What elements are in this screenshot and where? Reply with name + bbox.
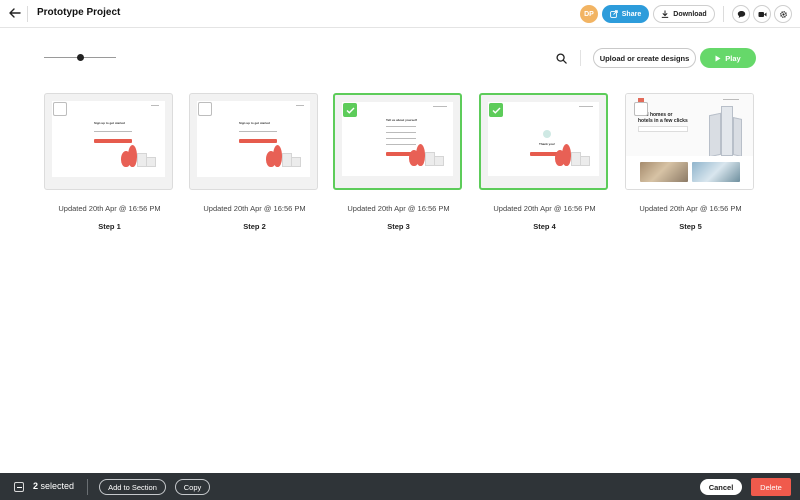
- thumb-title: Tell us about yourself: [386, 118, 417, 122]
- updated-timestamp: Updated 20th Apr @ 16:56 PM: [493, 204, 596, 213]
- top-bar: Prototype Project DP Share Download: [0, 0, 800, 28]
- checkmark-icon: [346, 107, 355, 114]
- screen-name[interactable]: Step 4: [479, 222, 610, 231]
- search-icon[interactable]: [554, 51, 568, 65]
- screen-preview: Sign up to get started: [197, 101, 310, 177]
- select-checkbox[interactable]: [198, 102, 212, 116]
- screen-name[interactable]: Step 3: [333, 222, 464, 231]
- select-checkbox[interactable]: [53, 102, 67, 116]
- download-icon: [662, 10, 669, 18]
- zoom-slider-handle[interactable]: [76, 54, 84, 61]
- select-checkbox[interactable]: [343, 103, 357, 117]
- screen-preview: Thank you!: [488, 102, 599, 176]
- selection-bar-separator: [87, 479, 88, 495]
- screen-card[interactable]: Thank you! Updated 20th Apr @ 16:56 PM S…: [479, 93, 610, 231]
- cancel-button[interactable]: Cancel: [700, 479, 742, 495]
- screen-name[interactable]: Step 2: [189, 222, 320, 231]
- select-checkbox[interactable]: [489, 103, 503, 117]
- chat-bubble-icon[interactable]: [732, 5, 750, 23]
- avatar[interactable]: DP: [580, 5, 598, 23]
- success-badge: [543, 130, 551, 138]
- screen-thumbnail[interactable]: Sign up to get started: [44, 93, 173, 190]
- gear-icon[interactable]: [774, 5, 792, 23]
- page-title: Prototype Project: [37, 7, 121, 18]
- screen-preview: Sign up to get started: [52, 101, 165, 177]
- screen-card[interactable]: Find homes or hotels in a few clicks Upd…: [625, 93, 756, 231]
- updated-timestamp: Updated 20th Apr @ 16:56 PM: [203, 204, 306, 213]
- play-icon: [715, 55, 721, 61]
- screen-card[interactable]: Tell us about yourself Updated 20th Apr …: [333, 93, 464, 231]
- screen-preview: Tell us about yourself: [342, 102, 453, 176]
- video-camera-icon[interactable]: [753, 5, 771, 23]
- select-checkbox[interactable]: [634, 102, 648, 116]
- download-label: Download: [673, 10, 707, 18]
- selected-suffix: selected: [40, 481, 75, 491]
- screen-name[interactable]: Step 1: [44, 222, 175, 231]
- checkmark-icon: [492, 107, 501, 114]
- screen-thumbnail[interactable]: Tell us about yourself: [333, 93, 462, 190]
- updated-timestamp: Updated 20th Apr @ 16:56 PM: [639, 204, 742, 213]
- toolbar-separator: [580, 50, 581, 66]
- selected-number: 2: [33, 481, 39, 491]
- add-to-section-button[interactable]: Add to Section: [99, 479, 166, 495]
- deselect-icon[interactable]: [14, 482, 24, 492]
- arrow-left-icon[interactable]: [7, 5, 23, 21]
- share-label: Share: [621, 10, 642, 18]
- upload-designs-button[interactable]: Upload or create designs: [593, 48, 696, 68]
- updated-timestamp: Updated 20th Apr @ 16:56 PM: [347, 204, 450, 213]
- share-icon: [609, 10, 618, 18]
- photo-grid: [626, 156, 753, 189]
- header-separator: [723, 6, 724, 22]
- illustration: [409, 140, 445, 166]
- header-divider: [27, 6, 28, 22]
- building-image: [705, 100, 743, 158]
- illustration: [121, 141, 157, 167]
- share-button[interactable]: Share: [602, 5, 649, 23]
- updated-timestamp: Updated 20th Apr @ 16:56 PM: [58, 204, 161, 213]
- thumb-title: Sign up to get started: [94, 121, 125, 125]
- zoom-slider[interactable]: [44, 51, 116, 65]
- selection-bar: 2 selected Add to Section Copy Cancel De…: [0, 473, 800, 500]
- selected-count: 2 selected: [33, 481, 74, 491]
- play-label: Play: [725, 53, 741, 63]
- screen-name[interactable]: Step 5: [625, 222, 756, 231]
- thumb-title: Thank you!: [539, 142, 556, 146]
- screen-thumbnail[interactable]: Find homes or hotels in a few clicks: [625, 93, 754, 190]
- delete-button[interactable]: Delete: [751, 478, 791, 496]
- thumb-title: Sign up to get started: [239, 121, 270, 125]
- illustration: [555, 140, 591, 166]
- screen-card[interactable]: Sign up to get started Updated 20th Apr …: [44, 93, 175, 231]
- copy-button[interactable]: Copy: [175, 479, 210, 495]
- download-button[interactable]: Download: [653, 5, 715, 23]
- play-button[interactable]: Play: [700, 48, 756, 68]
- screen-thumbnail[interactable]: Thank you!: [479, 93, 608, 190]
- screen-card[interactable]: Sign up to get started Updated 20th Apr …: [189, 93, 320, 231]
- screen-thumbnail[interactable]: Sign up to get started: [189, 93, 318, 190]
- illustration: [266, 141, 302, 167]
